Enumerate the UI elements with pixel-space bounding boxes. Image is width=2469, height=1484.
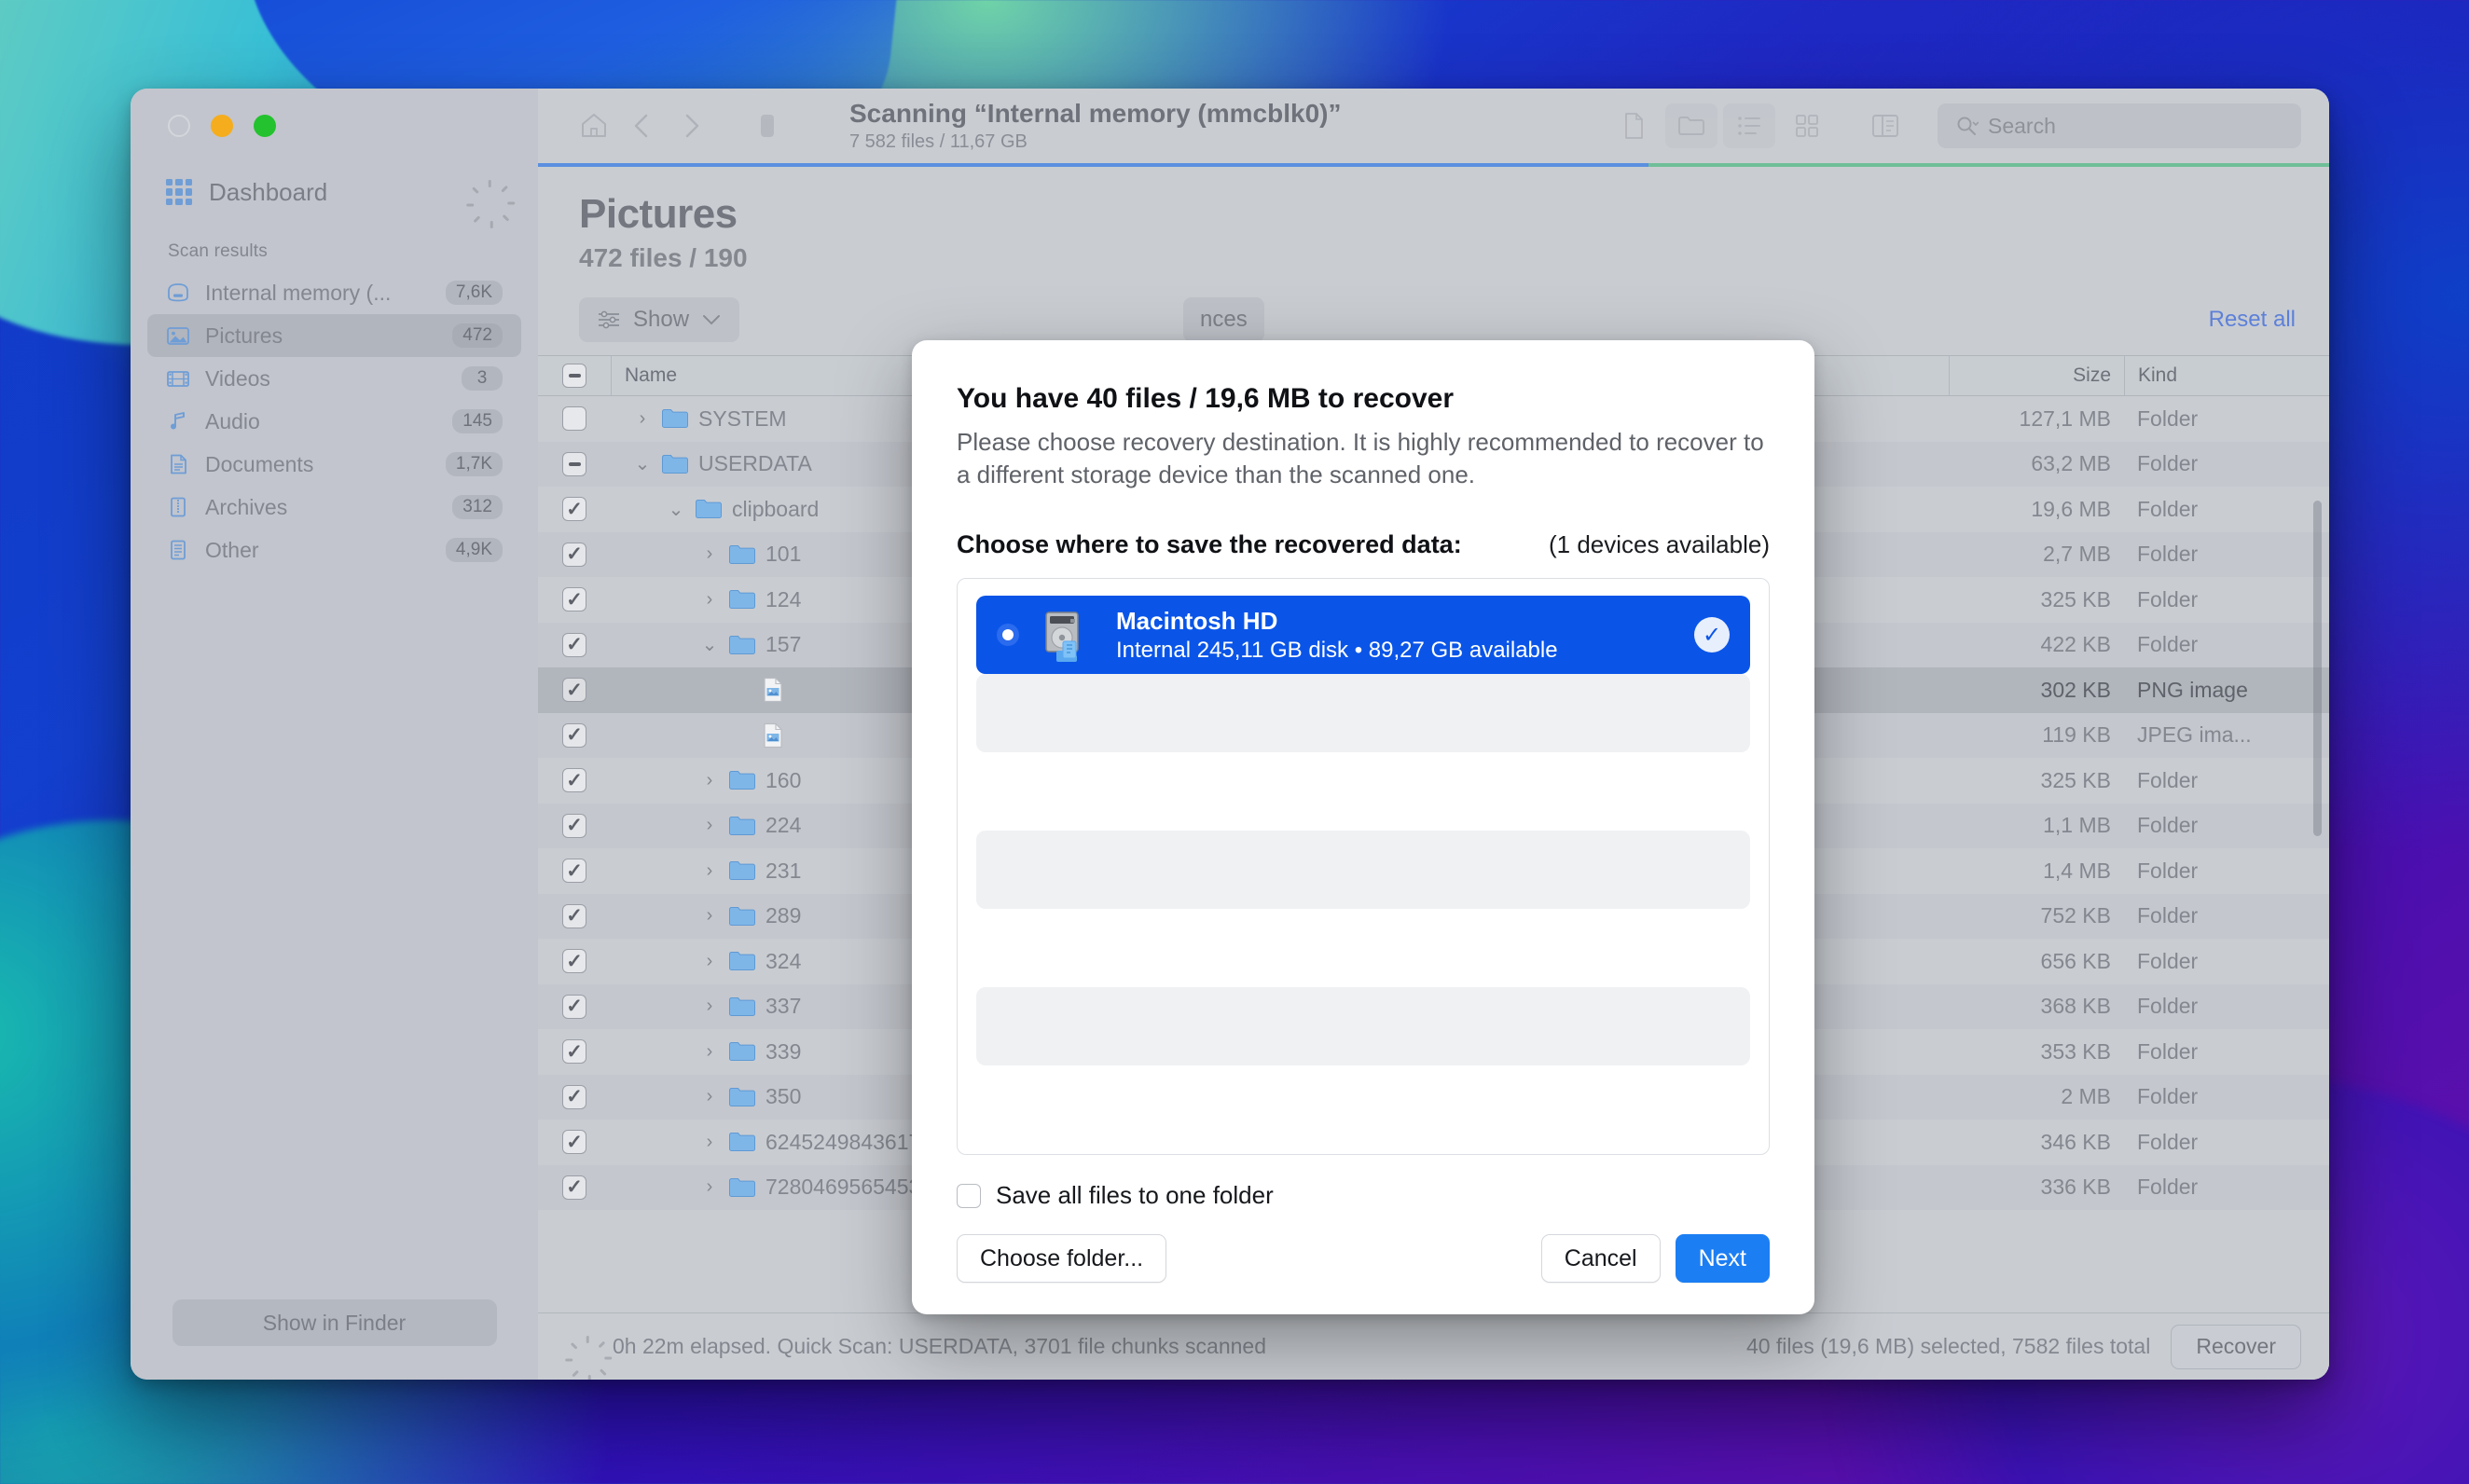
save-all-to-one-folder-label: Save all files to one folder <box>996 1181 1274 1209</box>
recovery-destination-dialog: You have 40 files / 19,6 MB to recover P… <box>912 340 1814 1314</box>
dialog-title: You have 40 files / 19,6 MB to recover <box>957 383 1454 414</box>
device-selected-check-icon: ✓ <box>1694 617 1730 653</box>
dialog-button-row: Choose folder... Cancel Next <box>957 1210 1770 1314</box>
device-placeholder-gap <box>976 909 1750 987</box>
choose-destination-row: Choose where to save the recovered data:… <box>957 530 1770 559</box>
checkbox-box-icon <box>957 1183 981 1208</box>
device-text-block: Macintosh HD Internal 245,11 GB disk • 8… <box>1116 607 1558 664</box>
save-all-to-one-folder-checkbox[interactable]: Save all files to one folder <box>957 1155 1770 1210</box>
choose-destination-label: Choose where to save the recovered data: <box>957 530 1462 559</box>
device-placeholder-row <box>976 987 1750 1066</box>
devices-available-count: (1 devices available) <box>1548 530 1770 559</box>
device-placeholder-gap <box>976 752 1750 831</box>
dialog-footer: Save all files to one folder Choose fold… <box>957 1155 1770 1314</box>
device-name: Macintosh HD <box>1116 606 1278 635</box>
device-list[interactable]: Macintosh HD Internal 245,11 GB disk • 8… <box>957 578 1770 1155</box>
device-placeholder-row <box>976 831 1750 910</box>
cancel-button[interactable]: Cancel <box>1540 1234 1661 1283</box>
device-meta: Internal 245,11 GB disk • 89,27 GB avail… <box>1116 637 1558 663</box>
device-row-macintosh-hd[interactable]: Macintosh HD Internal 245,11 GB disk • 8… <box>976 596 1750 675</box>
device-placeholder-row <box>976 674 1750 753</box>
next-button[interactable]: Next <box>1675 1234 1770 1283</box>
modal-backdrop: You have 40 files / 19,6 MB to recover P… <box>131 89 2329 1380</box>
device-radio-button[interactable] <box>997 624 1019 647</box>
choose-folder-button[interactable]: Choose folder... <box>957 1234 1167 1283</box>
dialog-description: Please choose recovery destination. It i… <box>957 428 1764 489</box>
hard-disk-icon <box>1040 608 1096 663</box>
app-window: Dashboard Scan results Internal memory (… <box>131 89 2329 1380</box>
